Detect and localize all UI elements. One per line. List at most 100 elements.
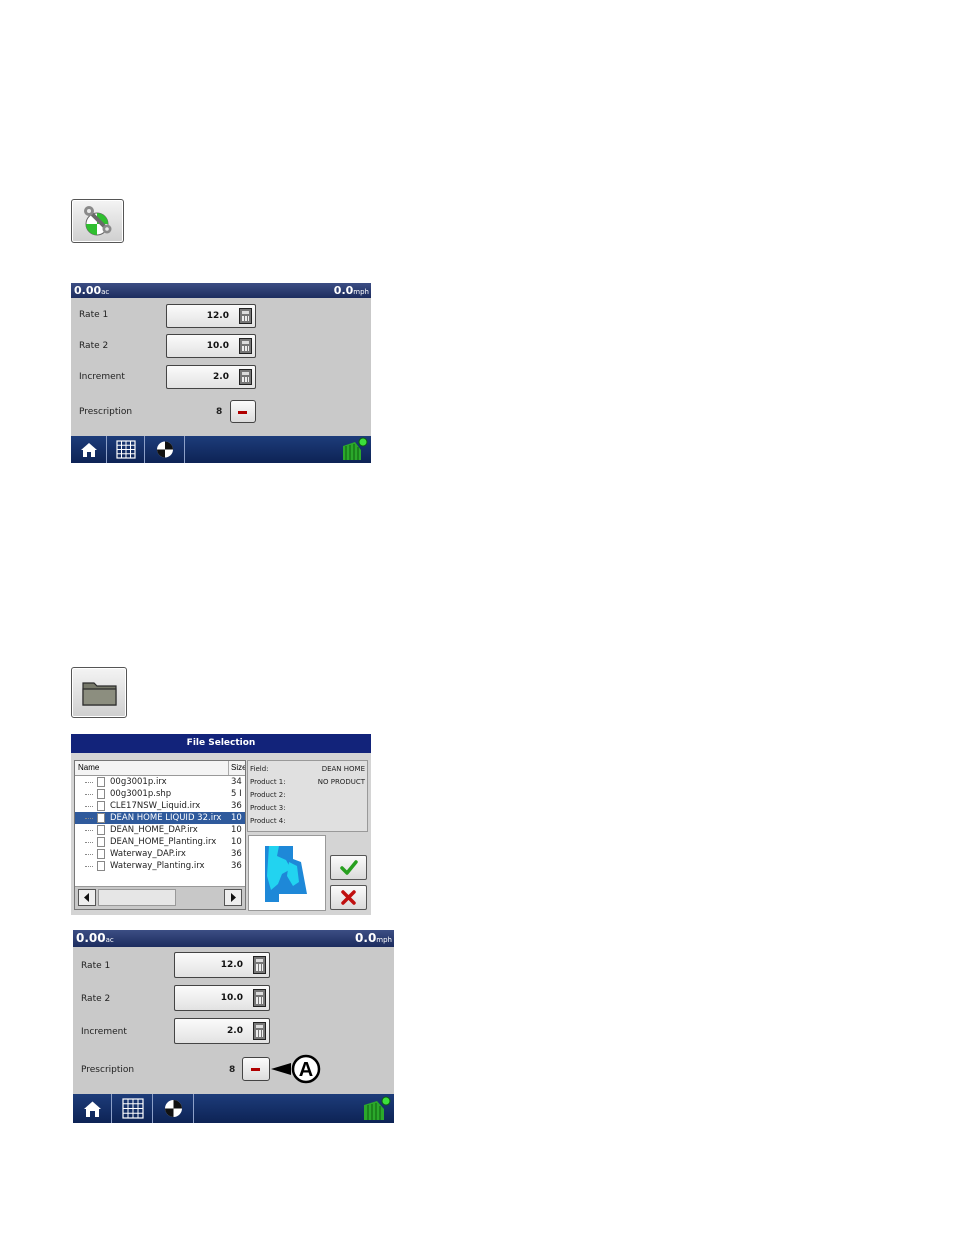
- speed-value: 0.0: [355, 931, 377, 945]
- field-boundary-map: [265, 846, 307, 902]
- product1-value: NO PRODUCT: [317, 778, 365, 786]
- rate1-value: 12.0: [220, 960, 243, 970]
- accept-button[interactable]: [330, 855, 367, 880]
- file-list: Name Size 00g3001p.irx 34 I 00g3001p.shp 5 …: [74, 760, 246, 910]
- file-list-item[interactable]: DEAN_HOME_Planting.irx 10 I: [75, 836, 245, 848]
- navigation-bar: [73, 1094, 394, 1123]
- product1-label: Product 1:: [250, 778, 286, 786]
- file-list-item[interactable]: Waterway_DAP.irx 36 I: [75, 848, 245, 860]
- list-header: Name Size: [75, 761, 245, 776]
- speed-unit: mph: [353, 288, 369, 296]
- grid-button[interactable]: [112, 1094, 153, 1123]
- area-value: 0.00: [76, 931, 106, 945]
- rate-control-screen-2: 0.00ac 0.0mph Rate 1 12.0 Rate 2 10.0 In…: [73, 930, 394, 1123]
- rate1-label: Rate 1: [81, 961, 111, 971]
- file-name: DEAN_HOME_DAP.irx: [110, 825, 198, 835]
- file-name: 00g3001p.irx: [110, 777, 167, 787]
- home-button[interactable]: [71, 436, 107, 463]
- file-size: 36 I: [231, 801, 246, 811]
- rate1-field[interactable]: 12.0: [166, 304, 256, 328]
- file-icon: [97, 861, 105, 871]
- remove-prescription-button[interactable]: [230, 400, 256, 423]
- remove-prescription-button[interactable]: [242, 1057, 270, 1081]
- wrench-icon: [84, 206, 112, 236]
- horizontal-scrollbar[interactable]: [75, 886, 245, 909]
- rate-control-screen-1: 0.00ac 0.0mph Rate 1 12.0 Rate 2 10.0 In…: [71, 283, 371, 463]
- cancel-button[interactable]: [330, 885, 367, 910]
- map-button[interactable]: [145, 436, 185, 463]
- field-map-preview: [248, 835, 326, 911]
- file-icon: [97, 789, 105, 799]
- file-list-item[interactable]: CLE17NSW_Liquid.irx 36 I: [75, 800, 245, 812]
- rate2-field[interactable]: 10.0: [174, 985, 270, 1011]
- tree-connector: [85, 806, 93, 807]
- gps-status-icon: [364, 1096, 391, 1120]
- calculator-icon: [253, 1022, 266, 1040]
- setup-button[interactable]: [71, 199, 124, 243]
- status-bar: 0.00ac 0.0mph: [73, 930, 394, 947]
- calculator-icon: [239, 338, 252, 354]
- file-list-item[interactable]: DEAN HOME LIQUID 32.irx 10 I: [75, 812, 245, 824]
- callout-label: A: [298, 1059, 314, 1081]
- checkmark-icon: [340, 860, 358, 875]
- file-list-item[interactable]: 00g3001p.irx 34 I: [75, 776, 245, 788]
- prescription-label: Prescription: [81, 1065, 135, 1075]
- file-size: 10 I: [231, 825, 246, 835]
- x-icon: [341, 890, 356, 905]
- file-name: DEAN_HOME_Planting.irx: [110, 837, 217, 847]
- file-icon: [97, 849, 105, 859]
- rate2-field[interactable]: 10.0: [166, 334, 256, 358]
- home-button[interactable]: [73, 1094, 112, 1123]
- file-list-item[interactable]: Waterway_Planting.irx 36 I: [75, 860, 245, 872]
- increment-field[interactable]: 2.0: [174, 1018, 270, 1044]
- file-selection-dialog: File Selection Name Size 00g3001p.irx 34 …: [71, 734, 371, 915]
- product2-label: Product 2:: [250, 791, 286, 799]
- rate2-value: 10.0: [220, 993, 243, 1003]
- scroll-right-button[interactable]: [224, 889, 242, 906]
- file-list-item[interactable]: DEAN_HOME_DAP.irx 10 I: [75, 824, 245, 836]
- minus-icon: [251, 1068, 260, 1071]
- file-size: 5 I: [231, 789, 242, 799]
- dialog-title: File Selection: [71, 734, 371, 753]
- file-icon: [97, 777, 105, 787]
- map-button[interactable]: [153, 1094, 194, 1123]
- calculator-icon: [253, 956, 266, 974]
- increment-label: Increment: [79, 372, 125, 382]
- file-list-item[interactable]: 00g3001p.shp 5 I: [75, 788, 245, 800]
- file-icon: [97, 837, 105, 847]
- file-name: 00g3001p.shp: [110, 789, 172, 799]
- rate2-label: Rate 2: [79, 341, 109, 351]
- grid-button[interactable]: [107, 436, 145, 463]
- calculator-icon: [239, 308, 252, 324]
- field-label: Field:: [250, 765, 269, 773]
- scroll-thumb[interactable]: [98, 889, 176, 906]
- speed-value: 0.0: [333, 284, 354, 297]
- grid-icon: [116, 440, 136, 459]
- folder-icon: [82, 682, 117, 706]
- callout-arrow: [271, 1054, 321, 1084]
- rate1-field[interactable]: 12.0: [174, 952, 270, 978]
- file-rows: 00g3001p.irx 34 I 00g3001p.shp 5 I CLE17NSW_…: [75, 776, 245, 876]
- column-size-header[interactable]: Size: [231, 763, 245, 772]
- rate2-value: 10.0: [206, 341, 229, 351]
- increment-field[interactable]: 2.0: [166, 365, 256, 389]
- area-unit: ac: [105, 936, 114, 944]
- file-size: 36 I: [231, 861, 246, 871]
- grid-icon: [122, 1098, 144, 1119]
- navigation-bar: [71, 436, 371, 463]
- scroll-left-button[interactable]: [78, 889, 96, 906]
- area-value: 0.00: [74, 284, 102, 297]
- file-size: 34 I: [231, 777, 246, 787]
- tree-connector: [85, 842, 93, 843]
- folder-button[interactable]: [71, 667, 127, 718]
- map-icon: [157, 441, 173, 458]
- speed-unit: mph: [376, 936, 392, 944]
- file-icon: [97, 801, 105, 811]
- rate2-label: Rate 2: [81, 994, 111, 1004]
- prescription-value: 8: [229, 1065, 236, 1075]
- home-icon: [81, 443, 97, 457]
- file-size: 36 I: [231, 849, 246, 859]
- column-name-header[interactable]: Name: [78, 763, 99, 772]
- file-size: 10 I: [231, 837, 246, 847]
- increment-value: 2.0: [227, 1026, 243, 1036]
